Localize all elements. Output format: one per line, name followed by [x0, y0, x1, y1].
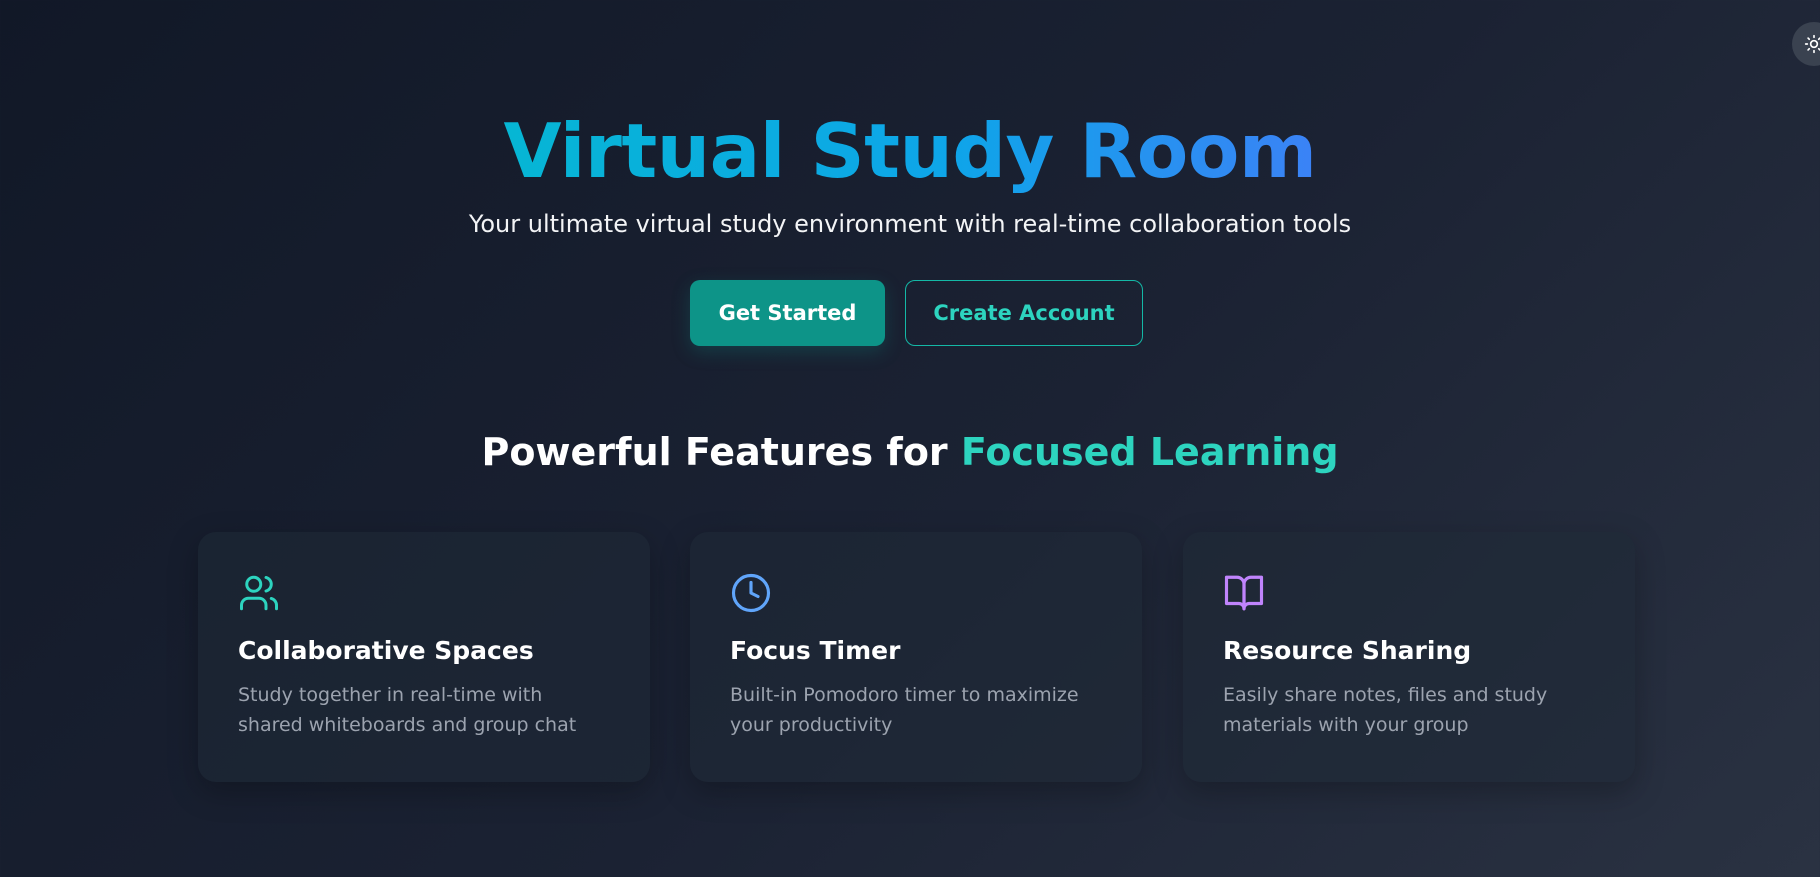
- sun-icon: [1804, 34, 1820, 54]
- clock-icon: [731, 573, 771, 613]
- feature-card-focus-timer: Focus Timer Built-in Pomodoro timer to m…: [690, 532, 1142, 782]
- get-started-button[interactable]: Get Started: [690, 280, 885, 346]
- feature-card-collaborative-spaces: Collaborative Spaces Study together in r…: [198, 532, 650, 782]
- book-icon: [1224, 575, 1264, 611]
- feature-card-title: Focus Timer: [730, 636, 901, 665]
- feature-card-description: Easily share notes, files and study mate…: [1223, 684, 1548, 736]
- page-title: Virtual Study Room: [0, 104, 1820, 199]
- feature-card-description: Study together in real-time with shared …: [238, 684, 577, 736]
- feature-card-title: Resource Sharing: [1223, 636, 1472, 665]
- features-heading-prefix: Powerful Features for: [481, 430, 961, 474]
- features-heading: Powerful Features for Focused Learning: [0, 426, 1820, 478]
- theme-toggle-button[interactable]: [1792, 22, 1820, 66]
- create-account-button[interactable]: Create Account: [905, 280, 1143, 346]
- page-title-text: Virtual Study Room: [503, 107, 1318, 195]
- feature-card-resource-sharing: Resource Sharing Easily share notes, fil…: [1183, 532, 1635, 782]
- feature-card-title: Collaborative Spaces: [238, 636, 534, 665]
- features-heading-accent: Focused Learning: [960, 430, 1339, 474]
- users-icon: [240, 575, 278, 611]
- hero-subtitle: Your ultimate virtual study environment …: [468, 210, 1352, 238]
- feature-card-description: Built-in Pomodoro timer to maximize your…: [730, 684, 1079, 736]
